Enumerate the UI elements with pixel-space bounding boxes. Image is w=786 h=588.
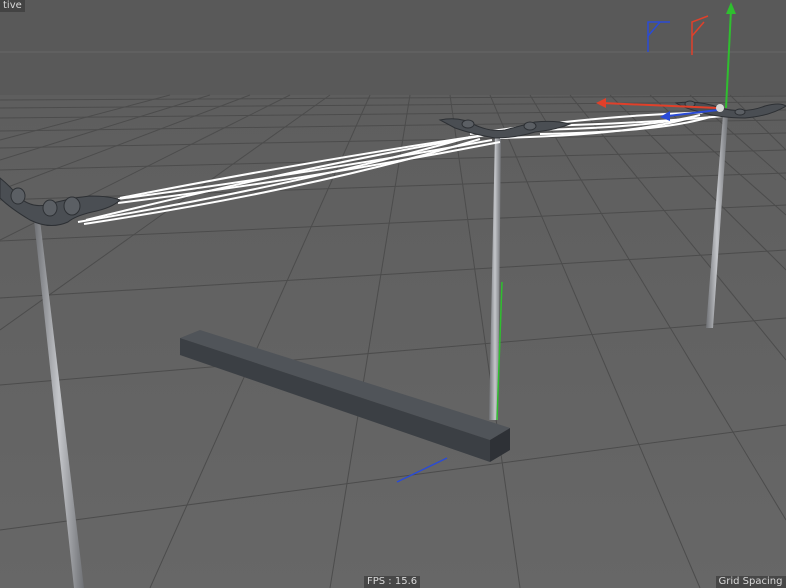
grid-spacing-readout: Grid Spacing :	[715, 576, 786, 588]
3d-viewport[interactable]: tive FPS : 15.6 Grid Spacing :	[0, 0, 786, 588]
fps-value: 15.6	[394, 576, 418, 587]
scene-canvas[interactable]	[0, 0, 786, 588]
fps-readout: FPS : 15.6	[364, 576, 421, 588]
sky-background	[0, 0, 786, 95]
fps-label: FPS :	[367, 576, 395, 587]
view-name-label: tive	[0, 0, 25, 12]
